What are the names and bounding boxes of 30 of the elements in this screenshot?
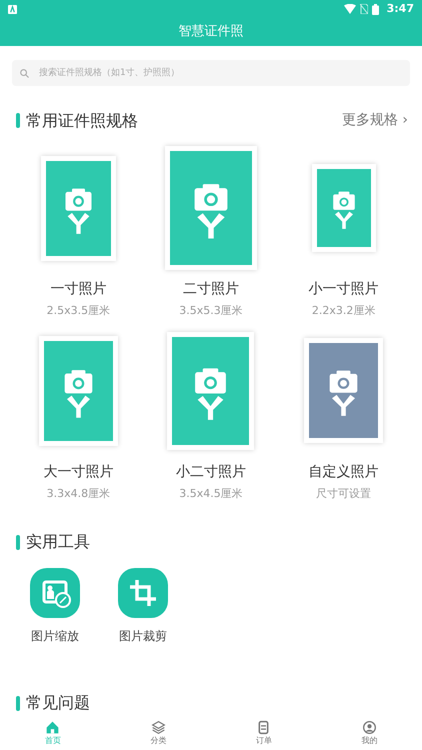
- photo-size: 2.2x3.2厘米: [312, 303, 376, 319]
- photo-size: 尺寸可设置: [316, 486, 372, 502]
- no-sim-icon: [360, 4, 368, 14]
- tab-bar-item[interactable]: 分类: [106, 716, 211, 750]
- photo-size: 3.3x4.8厘米: [46, 486, 110, 502]
- profile-icon: [362, 720, 377, 734]
- search-icon: [20, 68, 29, 78]
- photo-type-name: 小二寸照片: [176, 462, 246, 482]
- tab-bar-item[interactable]: 订单: [211, 716, 316, 750]
- section-title: 常用证件照规格: [25, 112, 138, 128]
- home-icon: [45, 720, 60, 734]
- battery-icon: [372, 4, 379, 14]
- photo-type-name: 二寸照片: [182, 280, 239, 299]
- photo-type-name: 自定义照片: [308, 462, 379, 482]
- section-title: 常见问题: [25, 695, 90, 711]
- photo-type-name: 大一寸照片: [43, 462, 114, 482]
- document-icon: [256, 720, 272, 734]
- more-link[interactable]: 更多规格 ›: [342, 110, 408, 131]
- photo-type-name: 小一寸照片: [308, 280, 379, 299]
- photo-type-name: 一寸照片: [50, 280, 106, 299]
- app-title: 智慧证件照: [178, 23, 244, 42]
- tab-bar-item[interactable]: 我的: [316, 716, 422, 750]
- section-title: 实用工具: [25, 534, 90, 550]
- photo-size: 3.5x5.3厘米: [179, 303, 243, 319]
- status-time: 3:47: [386, 0, 414, 17]
- wifi-icon: [344, 4, 356, 14]
- photo-size: 2.5x3.5厘米: [46, 303, 110, 319]
- notification-icon: [8, 4, 17, 14]
- layers-icon: [150, 720, 166, 734]
- photo-size: 3.5x4.5厘米: [179, 486, 243, 502]
